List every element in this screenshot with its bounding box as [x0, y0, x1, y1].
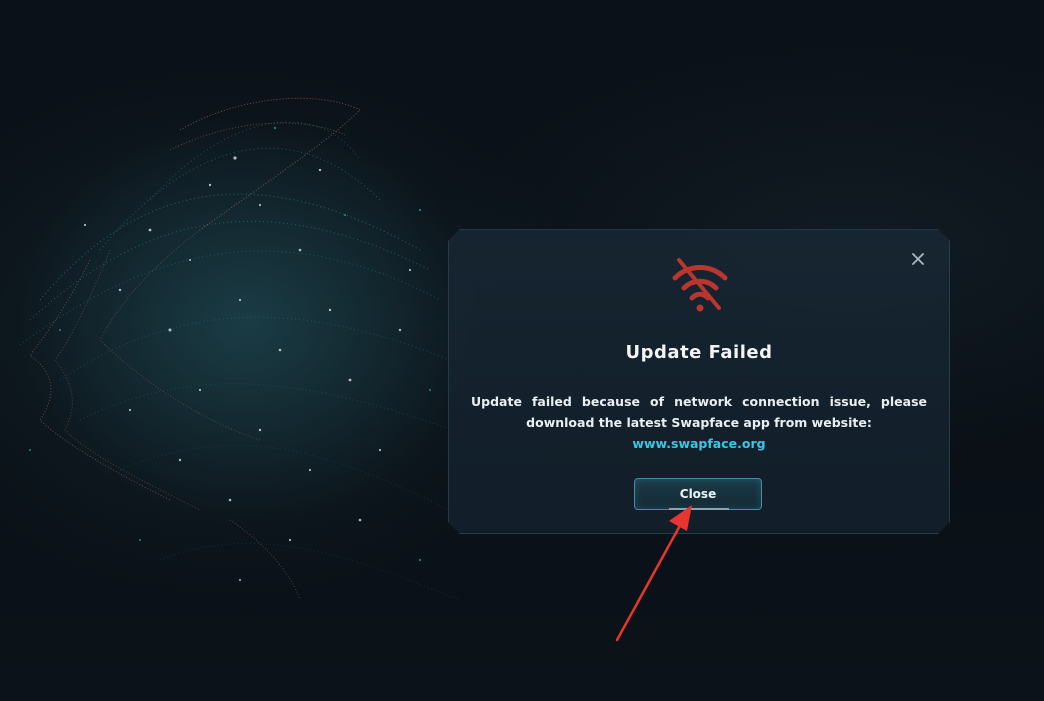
- message-line-2: download the latest Swapface app from we…: [526, 415, 872, 430]
- app-background: Update Failed Update failed because of n…: [0, 0, 1044, 701]
- update-failed-dialog: Update Failed Update failed because of n…: [448, 229, 950, 534]
- button-underline: [669, 508, 729, 510]
- website-link[interactable]: www.swapface.org: [471, 433, 927, 454]
- dialog-message: Update failed because of network connect…: [471, 391, 927, 454]
- dialog-title: Update Failed: [625, 342, 773, 363]
- close-button[interactable]: Close: [634, 478, 762, 510]
- close-icon[interactable]: [909, 250, 927, 268]
- message-line-1: Update failed because of network connect…: [471, 394, 927, 409]
- wifi-off-icon: [663, 254, 737, 316]
- close-button-label: Close: [679, 487, 717, 501]
